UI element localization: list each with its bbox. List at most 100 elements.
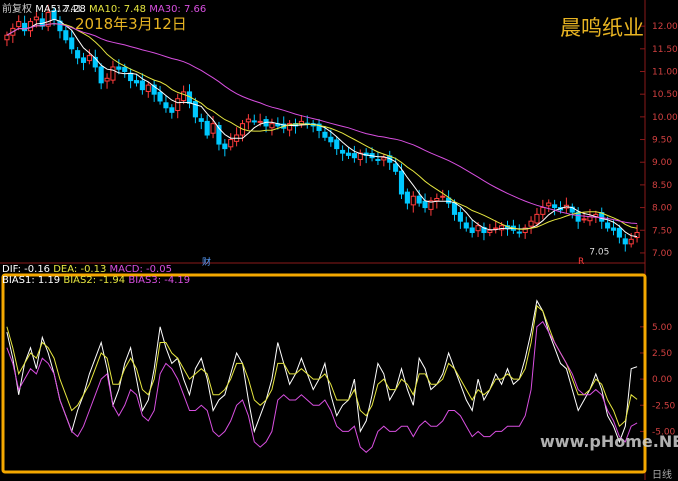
- candle-body: [534, 213, 540, 224]
- candle-body: [210, 123, 216, 134]
- candle-body: [581, 218, 587, 221]
- margin-marker: R: [578, 257, 585, 267]
- bias-header: BIAS1: 1.19 BIAS2: -1.94 BIAS3: -4.19: [2, 275, 190, 286]
- candle-body: [75, 50, 81, 59]
- candle-body: [222, 143, 228, 150]
- price-tick-label: 10.00: [652, 113, 678, 123]
- stock-name-watermark: 晨鸣纸业: [560, 16, 644, 40]
- candle-body: [434, 198, 440, 202]
- candle-body: [128, 72, 134, 82]
- candle-body: [110, 66, 116, 81]
- candles: [4, 4, 640, 252]
- candle-body: [86, 55, 92, 62]
- candle-body: [4, 34, 10, 41]
- dif-label: DIF: -0.16: [2, 264, 51, 275]
- candle-body: [334, 139, 340, 150]
- candle-body: [605, 222, 611, 229]
- candle-body: [157, 91, 163, 102]
- candle-body: [622, 238, 628, 245]
- price-tick-label: 7.00: [652, 249, 672, 259]
- site-watermark: www.pHome.NET: [540, 432, 678, 451]
- candle-body: [628, 238, 634, 245]
- candle-body: [228, 139, 234, 148]
- candle-body: [257, 120, 263, 123]
- date-label: 2018年3月12日: [75, 15, 187, 33]
- candle-body: [80, 57, 87, 63]
- ma10-line: [6, 23, 638, 230]
- low-price-label: 7.05: [589, 248, 609, 258]
- candle-body: [487, 229, 493, 234]
- candle-body: [398, 170, 405, 195]
- price-tick-label: 12.00: [652, 22, 678, 32]
- candle-body: [139, 80, 145, 91]
- bias-lines: [6, 299, 638, 453]
- candle-body: [33, 16, 39, 21]
- candle-body: [552, 204, 558, 209]
- candle-body: [22, 22, 28, 32]
- candle-body: [204, 120, 210, 136]
- adjust-label: 前复权: [2, 4, 32, 15]
- candle-body: [175, 98, 181, 112]
- bias1-label: BIAS1: 1.19: [2, 275, 61, 286]
- candle-body: [393, 163, 399, 172]
- price-tick-label: 10.50: [652, 90, 678, 100]
- candle-body: [469, 227, 475, 234]
- candle-body: [345, 152, 352, 156]
- candle-body: [475, 225, 481, 232]
- price-tick-label: 9.50: [652, 136, 672, 146]
- ma30-line: [6, 23, 638, 224]
- candle-body: [322, 131, 328, 138]
- price-tick-label: 9.00: [652, 158, 672, 168]
- bias3-label: BIAS3: -4.19: [128, 275, 191, 286]
- candle-body: [404, 191, 410, 204]
- macd-label: MACD: -0.05: [109, 264, 172, 275]
- finance-marker: 财: [202, 258, 212, 268]
- candle-body: [269, 123, 275, 129]
- bias-tick-label: -2.50: [652, 401, 676, 411]
- candle-body: [493, 227, 499, 230]
- price-tick-label: 7.50: [652, 226, 672, 236]
- candle-body: [116, 66, 122, 70]
- candle-body: [416, 195, 422, 204]
- candle-body: [451, 202, 458, 215]
- candle-body: [328, 136, 334, 143]
- candle-body: [163, 102, 169, 109]
- candle-body: [616, 227, 622, 238]
- price-tick-label: 11.50: [652, 45, 678, 55]
- candle-body: [546, 202, 552, 207]
- candle-body: [133, 80, 140, 84]
- candle-body: [463, 222, 469, 229]
- candle-body: [528, 220, 534, 227]
- price-axis: 12.00 11.50 11.00 10.50 10.00 9.50 9.00 8.50 8.0…: [640, 22, 678, 259]
- candle-body: [440, 195, 446, 198]
- bias-tick-label: 5.00: [652, 323, 672, 333]
- candle-body: [63, 30, 69, 41]
- candle-body: [69, 37, 75, 50]
- stock-chart: 12.00 11.50 11.00 10.50 10.00 9.50 9.00 8.50 8.0…: [0, 0, 678, 480]
- annotations: 12.417.05: [56, 5, 609, 258]
- candle-body: [516, 231, 522, 234]
- candle-body: [375, 158, 381, 161]
- candle-body: [340, 149, 346, 154]
- candle-body: [169, 107, 175, 113]
- candle-body: [381, 157, 387, 161]
- candle-body: [251, 120, 257, 123]
- bias-tick-label: 2.50: [652, 349, 672, 359]
- period-label: 日线: [652, 470, 672, 481]
- bias2-label: BIAS2: -1.94: [63, 275, 126, 286]
- candle-body: [104, 77, 110, 82]
- macd-header: DIF: -0.16 DEA: -0.13 MACD: -0.05: [2, 264, 172, 275]
- candle-body: [610, 227, 617, 231]
- candle-body: [16, 21, 22, 28]
- candle-body: [181, 91, 187, 102]
- grid: [0, 0, 646, 480]
- bias2-line: [6, 304, 638, 428]
- price-tick-label: 11.00: [652, 68, 678, 78]
- candle-body: [145, 84, 151, 92]
- bias-tick-label: 0.00: [652, 375, 672, 385]
- candle-body: [198, 118, 204, 122]
- candle-body: [422, 200, 428, 209]
- candle-body: [351, 153, 357, 159]
- price-tick-label: 8.00: [652, 204, 672, 214]
- candle-body: [122, 66, 128, 72]
